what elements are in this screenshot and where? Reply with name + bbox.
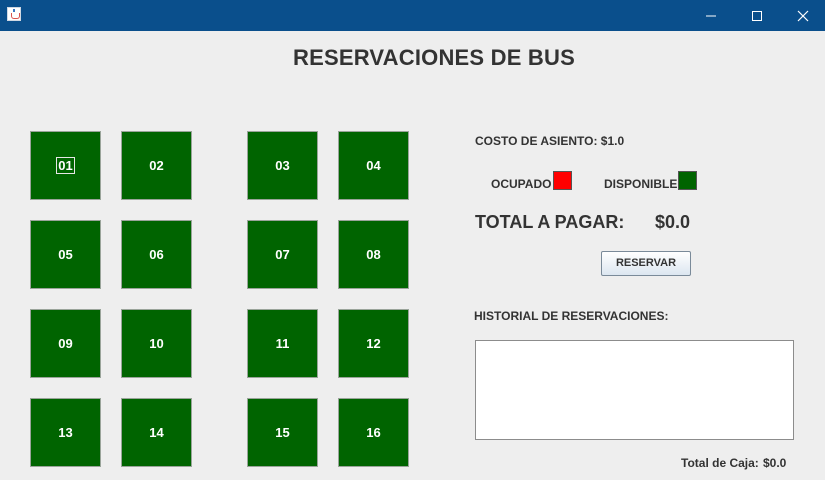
seat-label: 16 bbox=[366, 425, 381, 440]
cash-total-label: Total de Caja: bbox=[681, 456, 759, 470]
seat-label: 14 bbox=[149, 425, 164, 440]
maximize-button[interactable] bbox=[734, 0, 780, 31]
seat-label: 02 bbox=[149, 158, 164, 173]
available-legend-label: DISPONIBLE bbox=[604, 177, 678, 191]
occupied-legend-label: OCUPADO bbox=[491, 177, 552, 191]
seat-10-button[interactable]: 10 bbox=[121, 309, 192, 378]
seat-label: 15 bbox=[275, 425, 290, 440]
seat-label: 03 bbox=[275, 158, 290, 173]
seat-04-button[interactable]: 04 bbox=[338, 131, 409, 200]
history-label: HISTORIAL DE RESERVACIONES: bbox=[474, 309, 669, 323]
seat-label: 05 bbox=[58, 247, 73, 262]
minimize-button[interactable] bbox=[688, 0, 734, 31]
seat-label: 04 bbox=[366, 158, 381, 173]
seat-cost-label: COSTO DE ASIENTO: $1.0 bbox=[475, 134, 625, 148]
cash-total-value: $0.0 bbox=[763, 456, 787, 470]
seat-05-button[interactable]: 05 bbox=[30, 220, 101, 289]
seat-01-button[interactable]: 01 bbox=[30, 131, 101, 200]
seat-label: 01 bbox=[56, 157, 75, 174]
total-to-pay-value: $0.0 bbox=[655, 212, 691, 232]
seat-09-button[interactable]: 09 bbox=[30, 309, 101, 378]
close-icon bbox=[797, 10, 809, 22]
seat-14-button[interactable]: 14 bbox=[121, 398, 192, 467]
seat-07-button[interactable]: 07 bbox=[247, 220, 318, 289]
seat-label: 07 bbox=[275, 247, 290, 262]
seat-12-button[interactable]: 12 bbox=[338, 309, 409, 378]
seat-label: 06 bbox=[149, 247, 164, 262]
title-bar bbox=[0, 0, 825, 31]
seat-13-button[interactable]: 13 bbox=[30, 398, 101, 467]
seat-11-button[interactable]: 11 bbox=[247, 309, 318, 378]
occupied-color-swatch bbox=[553, 171, 572, 190]
reserve-button[interactable]: RESERVAR bbox=[601, 251, 691, 276]
minimize-icon bbox=[706, 15, 716, 17]
seat-label: 10 bbox=[149, 336, 164, 351]
seat-15-button[interactable]: 15 bbox=[247, 398, 318, 467]
seat-02-button[interactable]: 02 bbox=[121, 131, 192, 200]
total-to-pay-label: TOTAL A PAGAR: bbox=[475, 212, 625, 232]
seat-06-button[interactable]: 06 bbox=[121, 220, 192, 289]
seat-label: 11 bbox=[275, 336, 290, 351]
history-textarea[interactable] bbox=[475, 340, 794, 440]
java-cup-icon bbox=[7, 7, 21, 21]
seat-label: 13 bbox=[58, 425, 73, 440]
seat-label: 08 bbox=[366, 247, 381, 262]
available-color-swatch bbox=[678, 171, 697, 190]
seat-08-button[interactable]: 08 bbox=[338, 220, 409, 289]
seat-16-button[interactable]: 16 bbox=[338, 398, 409, 467]
page-title: RESERVACIONES DE BUS bbox=[293, 45, 575, 70]
seat-label: 12 bbox=[366, 336, 381, 351]
seat-label: 09 bbox=[58, 336, 73, 351]
maximize-icon bbox=[752, 11, 762, 21]
close-button[interactable] bbox=[780, 0, 825, 31]
seat-03-button[interactable]: 03 bbox=[247, 131, 318, 200]
